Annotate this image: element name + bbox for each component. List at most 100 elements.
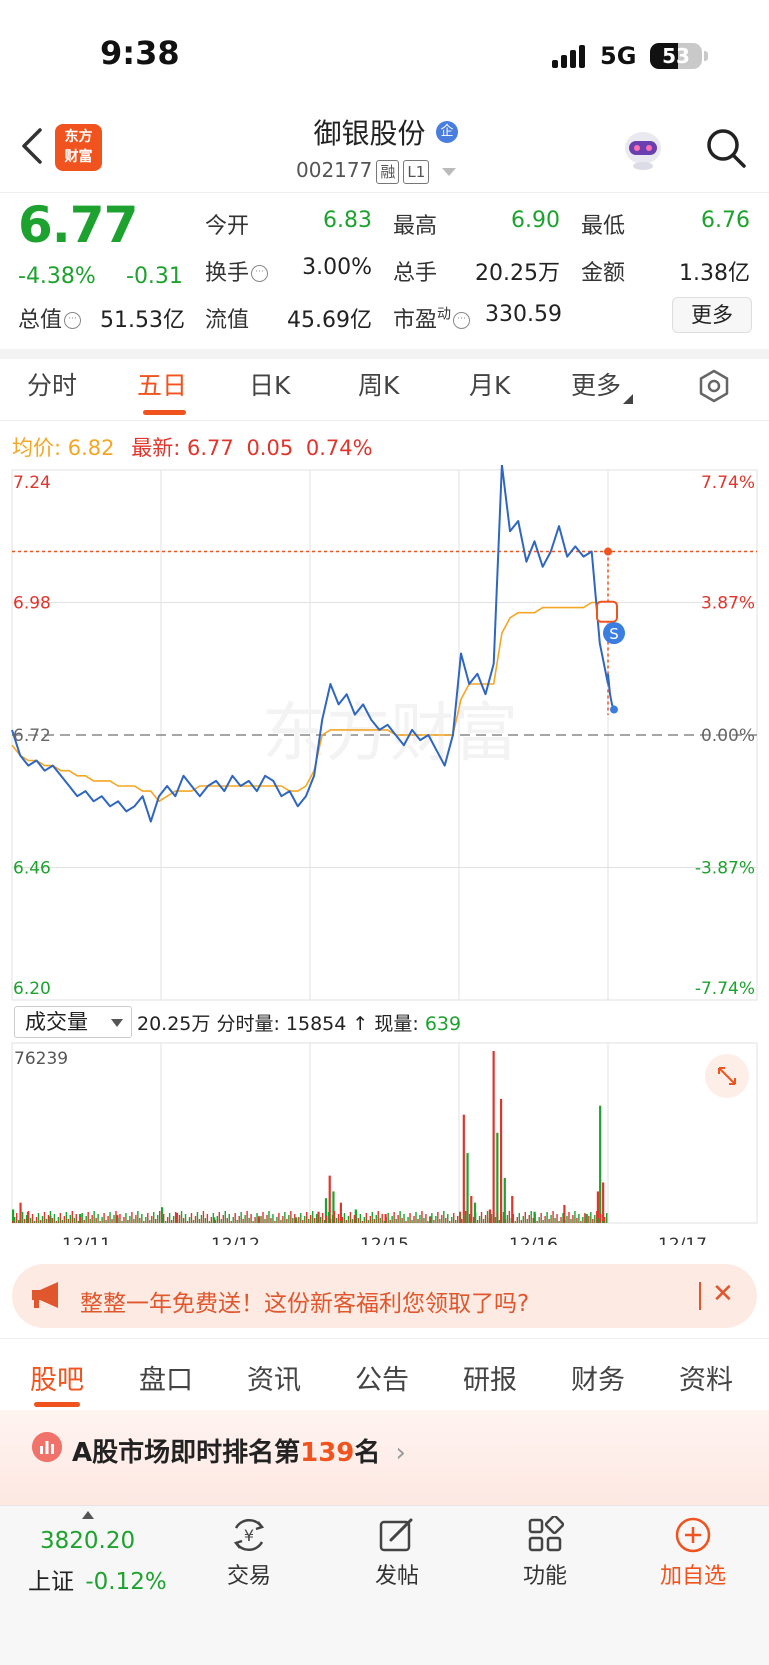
volume-bar xyxy=(590,1212,592,1223)
volume-bar xyxy=(135,1215,137,1223)
tab-research[interactable]: 研报 xyxy=(463,1358,517,1397)
more-button[interactable]: 更多 xyxy=(672,297,752,333)
volume-bar xyxy=(161,1218,163,1223)
search-icon[interactable] xyxy=(704,126,748,170)
tab-announcement[interactable]: 公告 xyxy=(355,1358,409,1397)
volume-bar xyxy=(586,1220,588,1223)
quote-label: 总值 ··· xyxy=(18,302,82,334)
volume-bar xyxy=(276,1217,278,1223)
volume-bar xyxy=(476,1220,479,1223)
volume-bar xyxy=(139,1218,141,1223)
volume-bar xyxy=(244,1215,246,1223)
nav-add-watchlist[interactable]: 加自选 xyxy=(643,1510,743,1590)
volume-bar xyxy=(373,1219,375,1223)
volume-bar xyxy=(288,1215,290,1223)
quote-value: 20.25万 xyxy=(475,261,560,286)
volume-bar xyxy=(554,1218,556,1223)
volume-bar xyxy=(12,1209,15,1223)
volume-bar xyxy=(184,1214,187,1223)
gear-icon[interactable] xyxy=(697,369,731,403)
volume-bar xyxy=(266,1215,268,1223)
volume-bar xyxy=(284,1212,286,1223)
volume-bar xyxy=(240,1212,242,1223)
five-day-chart[interactable]: 东方财富 S 7.24 6.98 6.72 6.46 6.20 7.74% 3.87% 0.00%… xyxy=(0,465,769,1245)
volume-bar xyxy=(274,1221,276,1223)
volume-bar xyxy=(238,1216,240,1223)
volume-bar xyxy=(606,1213,608,1223)
volume-bar xyxy=(317,1221,320,1223)
volume-bar xyxy=(164,1221,167,1223)
volume-bar xyxy=(331,1215,334,1223)
stock-code-row[interactable]: 002177 融 L1 xyxy=(296,158,456,184)
volume-bar xyxy=(59,1213,62,1223)
volume-bar xyxy=(198,1219,201,1223)
volume-bar xyxy=(568,1212,570,1223)
volume-bar xyxy=(355,1211,358,1223)
y-tick-left: 6.20 xyxy=(13,979,51,999)
volume-bar xyxy=(393,1212,395,1223)
index-row[interactable]: 上证 -0.12% xyxy=(28,1562,167,1596)
tab-five-day[interactable]: 五日 xyxy=(137,366,187,402)
volume-bar xyxy=(172,1216,175,1223)
quote-value: 6.83 xyxy=(323,208,372,233)
quote-value: 1.38亿 xyxy=(679,261,750,286)
volume-bar xyxy=(439,1219,441,1223)
volume-bar xyxy=(381,1214,383,1223)
volume-bar xyxy=(268,1211,270,1223)
volume-bar xyxy=(149,1220,151,1223)
margin-tag: 融 xyxy=(376,159,400,184)
avg-label: 均价: xyxy=(12,436,62,460)
nav-trade[interactable]: ¥ 交易 xyxy=(199,1510,299,1590)
tab-weekly-k[interactable]: 周K xyxy=(358,366,399,402)
volume-bar xyxy=(282,1216,284,1223)
volume-bar xyxy=(369,1216,371,1223)
tab-profile[interactable]: 资料 xyxy=(679,1358,733,1397)
volume-bar xyxy=(125,1213,127,1223)
volume-bar xyxy=(89,1219,91,1223)
avg-latest-row: 均价: 6.82 最新: 6.77 0.05 0.74% xyxy=(12,432,373,462)
volume-bar xyxy=(506,1215,509,1223)
x-axis-label: 12/17 xyxy=(658,1235,707,1245)
volume-bar xyxy=(210,1217,213,1223)
nav-post[interactable]: 发帖 xyxy=(347,1510,447,1590)
volume-bar xyxy=(435,1216,437,1223)
tab-pankou[interactable]: 盘口 xyxy=(139,1358,193,1397)
volume-bar xyxy=(405,1221,407,1223)
tab-more[interactable]: 更多 xyxy=(571,366,634,404)
volume-bar xyxy=(224,1211,226,1223)
assistant-robot-icon[interactable] xyxy=(620,126,666,172)
volume-bar xyxy=(101,1217,103,1223)
volume-bar xyxy=(121,1221,123,1223)
enterprise-badge: 企 xyxy=(436,121,458,143)
index-value[interactable]: 3820.20 xyxy=(40,1528,135,1554)
chevron-down-icon xyxy=(111,1019,123,1027)
tab-minute[interactable]: 分时 xyxy=(27,366,77,402)
rank-text[interactable]: A股市场即时排名第139名 › xyxy=(72,1432,406,1469)
volume-bar xyxy=(15,1213,18,1223)
tab-guba[interactable]: 股吧 xyxy=(30,1358,84,1397)
volume-info: 20.25万 分时量: 15854 ↑ 现量: 639 xyxy=(137,1009,461,1036)
volume-bar xyxy=(208,1221,211,1223)
volume-bar xyxy=(159,1211,161,1223)
volume-bar xyxy=(194,1216,197,1223)
caret-up-icon[interactable] xyxy=(82,1511,94,1519)
tab-news[interactable]: 资讯 xyxy=(247,1358,301,1397)
volume-bar xyxy=(113,1215,115,1223)
volume-bar xyxy=(600,1214,602,1223)
volume-indicator-select[interactable]: 成交量 xyxy=(14,1006,132,1038)
volume-bar xyxy=(530,1211,532,1223)
volume-bar xyxy=(242,1219,244,1223)
volume-bar xyxy=(95,1218,97,1223)
volume-bar xyxy=(262,1212,264,1223)
nav-functions[interactable]: 功能 xyxy=(495,1510,595,1590)
tab-finance[interactable]: 财务 xyxy=(571,1358,625,1397)
close-icon[interactable]: ✕ xyxy=(712,1279,734,1309)
tab-daily-k[interactable]: 日K xyxy=(249,366,290,402)
volume-bar xyxy=(598,1218,600,1223)
volume-bar xyxy=(77,1221,79,1223)
quote-label: 最高 xyxy=(393,214,438,239)
volume-bar xyxy=(377,1211,379,1223)
volume-bar xyxy=(174,1212,177,1223)
volume-bar xyxy=(500,1216,503,1223)
tab-monthly-k[interactable]: 月K xyxy=(469,366,510,402)
